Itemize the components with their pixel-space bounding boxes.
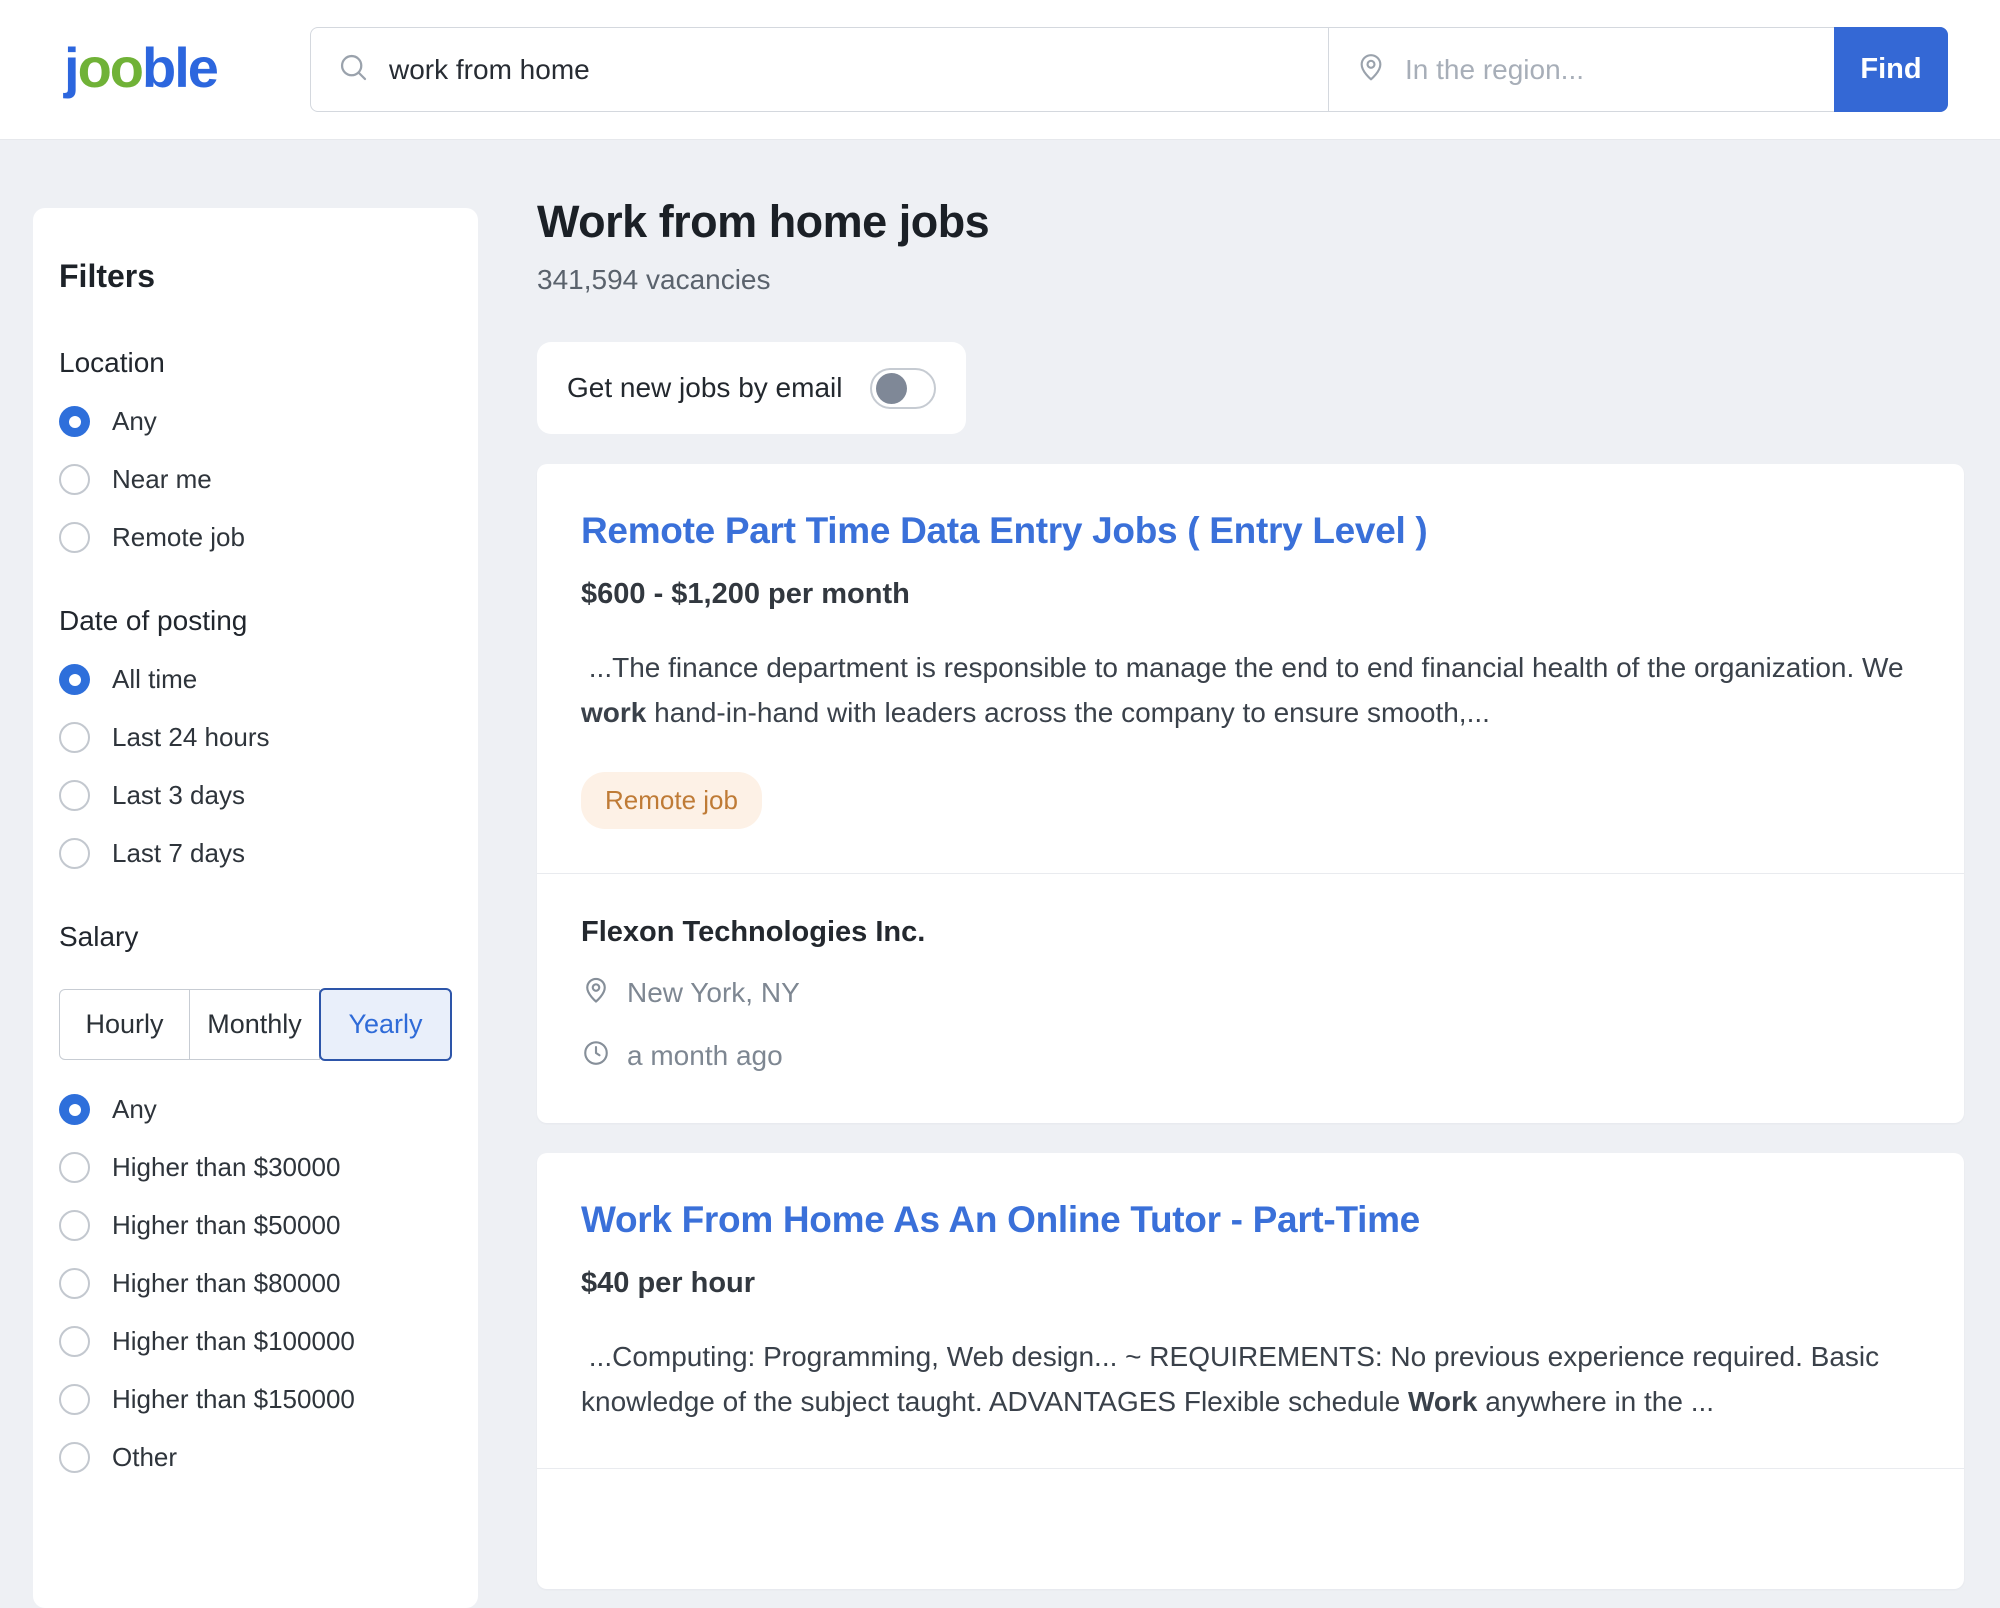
radio-selected-icon [59, 664, 90, 695]
job-card-main: Remote Part Time Data Entry Jobs ( Entry… [537, 464, 1964, 829]
job-description-text: ...The finance department is responsible… [589, 652, 1904, 683]
job-card-main: Work From Home As An Online Tutor - Part… [537, 1153, 1964, 1425]
job-card: Work From Home As An Online Tutor - Part… [537, 1153, 1964, 1590]
radio-icon [59, 464, 90, 495]
job-card-footer: Flexon Technologies Inc. New York, NY [537, 874, 1964, 1123]
radio-icon [59, 522, 90, 553]
radio-label: Last 24 hours [112, 722, 270, 753]
radio-label: Other [112, 1442, 177, 1473]
job-posted-row: a month ago [581, 1038, 1920, 1075]
salary-option-80000[interactable]: Higher than $80000 [59, 1268, 450, 1299]
results-column: Work from home jobs 341,594 vacancies Ge… [537, 196, 1964, 1589]
salary-section-label: Salary [59, 921, 450, 953]
radio-label: Higher than $50000 [112, 1210, 340, 1241]
location-pin-icon [1355, 51, 1387, 88]
region-search-input[interactable] [1403, 53, 1814, 87]
location-option-near-me[interactable]: Near me [59, 464, 450, 495]
clock-icon [581, 1038, 611, 1075]
radio-label: Higher than $150000 [112, 1384, 355, 1415]
salary-period-tabs: Hourly Monthly Yearly [59, 989, 451, 1060]
radio-icon [59, 722, 90, 753]
jooble-logo[interactable]: jooble [64, 34, 217, 99]
job-location-row: New York, NY [581, 975, 1920, 1012]
salary-option-150000[interactable]: Higher than $150000 [59, 1384, 450, 1415]
job-salary: $600 - $1,200 per month [581, 578, 1920, 611]
job-title-link[interactable]: Work From Home As An Online Tutor - Part… [581, 1199, 1920, 1241]
radio-label: Higher than $100000 [112, 1326, 355, 1357]
remote-job-badge: Remote job [581, 772, 762, 829]
job-description-text: hand-in-hand with leaders across the com… [646, 697, 1490, 728]
job-card: Remote Part Time Data Entry Jobs ( Entry… [537, 464, 1964, 1123]
job-description-highlight: Work [1408, 1386, 1478, 1417]
salary-option-any[interactable]: Any [59, 1094, 450, 1125]
logo-letters-oo: oo [78, 35, 142, 98]
filters-title: Filters [59, 258, 450, 295]
job-salary: $40 per hour [581, 1267, 1920, 1300]
radio-icon [59, 1384, 90, 1415]
radio-label: Higher than $30000 [112, 1152, 340, 1183]
salary-tab-hourly[interactable]: Hourly [59, 989, 190, 1060]
radio-label: Near me [112, 464, 212, 495]
location-option-remote-job[interactable]: Remote job [59, 522, 450, 553]
date-option-all-time[interactable]: All time [59, 664, 450, 695]
page-title: Work from home jobs [537, 196, 1964, 248]
radio-label: All time [112, 664, 197, 695]
top-bar: jooble Find [0, 0, 2000, 140]
job-location: New York, NY [627, 977, 800, 1009]
salary-tab-monthly[interactable]: Monthly [190, 989, 320, 1060]
filters-panel: Filters Location Any Near me Remote job … [33, 208, 478, 1608]
job-description: ...Computing: Programming, Web design...… [581, 1334, 1920, 1425]
date-option-last-24-hours[interactable]: Last 24 hours [59, 722, 450, 753]
radio-label: Higher than $80000 [112, 1268, 340, 1299]
search-icon [337, 51, 369, 88]
job-posted-time: a month ago [627, 1040, 783, 1072]
radio-label: Any [112, 406, 157, 437]
email-subscribe-label: Get new jobs by email [567, 372, 842, 404]
radio-selected-icon [59, 406, 90, 437]
job-description-highlight: work [581, 697, 646, 728]
radio-label: Last 3 days [112, 780, 245, 811]
salary-option-100000[interactable]: Higher than $100000 [59, 1326, 450, 1357]
keyword-search-section [311, 28, 1328, 111]
date-option-last-7-days[interactable]: Last 7 days [59, 838, 450, 869]
job-description-text: anywhere in the ... [1477, 1386, 1714, 1417]
radio-icon [59, 780, 90, 811]
location-pin-icon [581, 975, 611, 1012]
radio-selected-icon [59, 1094, 90, 1125]
radio-icon [59, 1210, 90, 1241]
vacancies-count: 341,594 vacancies [537, 264, 1964, 296]
logo-letters-ble: ble [142, 35, 217, 98]
job-title-link[interactable]: Remote Part Time Data Entry Jobs ( Entry… [581, 510, 1920, 552]
email-subscribe-toggle[interactable] [870, 368, 936, 409]
radio-icon [59, 1326, 90, 1357]
company-name: Flexon Technologies Inc. [581, 916, 1920, 949]
email-subscribe-pill: Get new jobs by email [537, 342, 966, 434]
salary-option-50000[interactable]: Higher than $50000 [59, 1210, 450, 1241]
radio-icon [59, 838, 90, 869]
toggle-knob [876, 373, 907, 404]
job-description: ...The finance department is responsible… [581, 645, 1920, 736]
radio-label: Last 7 days [112, 838, 245, 869]
radio-icon [59, 1152, 90, 1183]
salary-tab-yearly[interactable]: Yearly [319, 988, 452, 1061]
search-bar: Find [310, 27, 1948, 112]
radio-label: Any [112, 1094, 157, 1125]
job-card-footer-cutoff [537, 1469, 1964, 1589]
radio-icon [59, 1442, 90, 1473]
location-option-any[interactable]: Any [59, 406, 450, 437]
date-section-label: Date of posting [59, 605, 450, 637]
salary-option-other[interactable]: Other [59, 1442, 450, 1473]
radio-icon [59, 1268, 90, 1299]
find-button[interactable]: Find [1834, 27, 1948, 112]
salary-option-30000[interactable]: Higher than $30000 [59, 1152, 450, 1183]
date-option-last-3-days[interactable]: Last 3 days [59, 780, 450, 811]
keyword-search-input[interactable] [387, 53, 1308, 87]
logo-letter-j: j [64, 35, 78, 98]
region-search-section [1329, 28, 1834, 111]
location-section-label: Location [59, 347, 450, 379]
radio-label: Remote job [112, 522, 245, 553]
